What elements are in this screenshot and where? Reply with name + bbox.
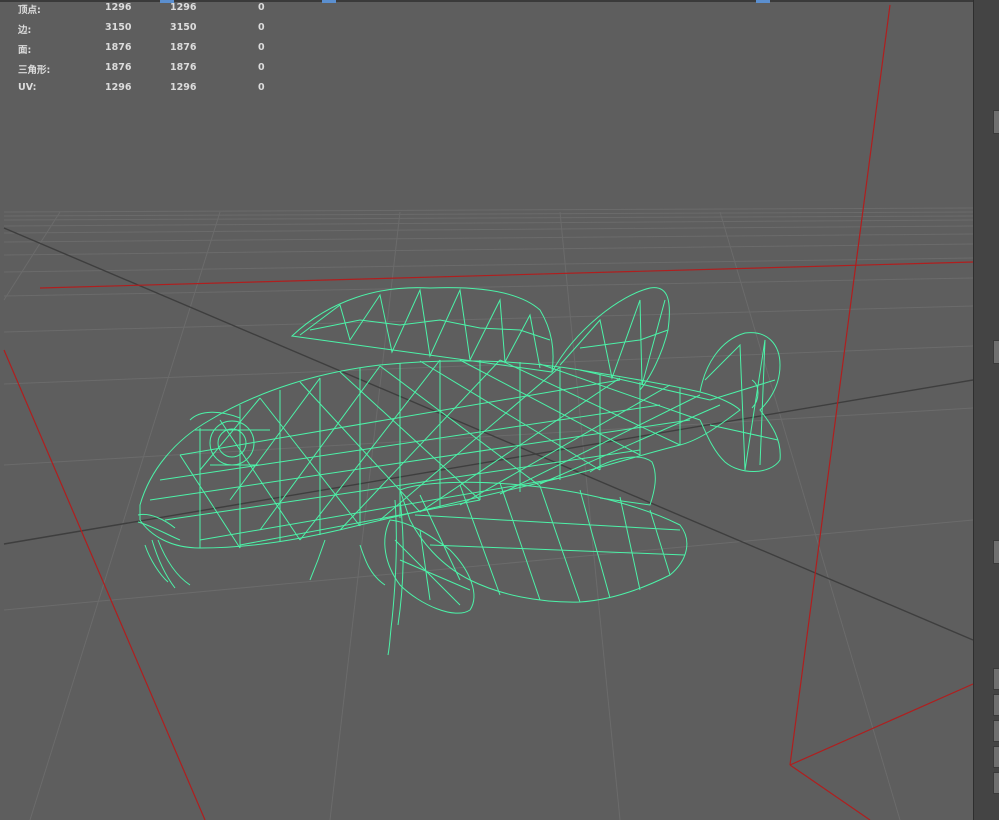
hud-label: 面: bbox=[18, 45, 32, 56]
panel-button[interactable] bbox=[993, 110, 999, 134]
hud-value: 0 bbox=[258, 62, 265, 73]
viewport-scene[interactable] bbox=[0, 0, 973, 820]
hud-value: 3150 bbox=[105, 22, 132, 33]
hud-value: 1876 bbox=[170, 42, 197, 53]
hud-value: 1876 bbox=[105, 62, 132, 73]
panel-button[interactable] bbox=[993, 720, 999, 742]
hud-label: 三角形: bbox=[18, 65, 51, 76]
hud-value: 0 bbox=[258, 42, 265, 53]
pelvic-fin bbox=[384, 519, 475, 614]
hud-value: 0 bbox=[258, 82, 265, 93]
hud-value: 1296 bbox=[170, 82, 197, 93]
3d-viewport[interactable]: 顶点: 1296 1296 0 边: 3150 3150 0 面: 1876 1… bbox=[0, 0, 973, 820]
hud-label: 边: bbox=[18, 25, 32, 36]
mouth bbox=[137, 513, 181, 541]
panel-button[interactable] bbox=[993, 540, 999, 564]
hud-label: UV: bbox=[18, 82, 37, 93]
hud-value: 1296 bbox=[105, 2, 132, 13]
panel-button[interactable] bbox=[993, 772, 999, 794]
panel-button[interactable] bbox=[993, 340, 999, 364]
panel-button[interactable] bbox=[993, 746, 999, 768]
panel-button[interactable] bbox=[993, 668, 999, 690]
hud-value: 1876 bbox=[105, 42, 132, 53]
hud-value: 1876 bbox=[170, 62, 197, 73]
red-axis-lines bbox=[3, 4, 973, 820]
barbel-right bbox=[309, 539, 326, 581]
hud-value: 0 bbox=[258, 22, 265, 33]
eye bbox=[209, 420, 255, 466]
hud-value: 1296 bbox=[105, 82, 132, 93]
lower-barbel bbox=[387, 499, 404, 656]
hud-value: 3150 bbox=[170, 22, 197, 33]
barbel-left bbox=[144, 539, 191, 589]
hud-value: 0 bbox=[258, 2, 265, 13]
ground-grid bbox=[3, 207, 973, 820]
panel-button[interactable] bbox=[993, 694, 999, 716]
right-side-panel bbox=[973, 0, 999, 820]
hud-label: 顶点: bbox=[18, 5, 41, 16]
fish-wireframe-model[interactable] bbox=[137, 287, 781, 656]
hud-value: 1296 bbox=[170, 2, 197, 13]
